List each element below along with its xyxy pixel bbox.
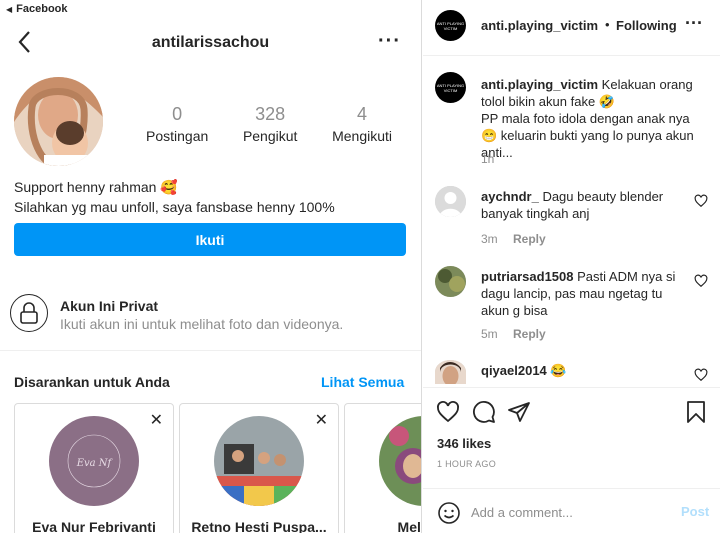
stat-value: 4 (357, 104, 368, 124)
stat-value: 0 (172, 104, 183, 124)
like-heart-icon[interactable] (436, 400, 460, 424)
separator-dot: • (605, 17, 610, 32)
commenter-username[interactable]: qiyael2014 (481, 363, 547, 378)
divider (0, 350, 421, 351)
commenter-avatar[interactable] (435, 186, 466, 217)
share-icon[interactable] (507, 400, 531, 424)
suggestion-avatar[interactable] (379, 416, 421, 506)
more-options-icon[interactable]: ··· (378, 31, 401, 51)
comment-meta: 5m Reply (481, 327, 546, 341)
comment-input[interactable] (471, 501, 671, 523)
suggestions-title: Disarankan untuk Anda (14, 374, 170, 390)
post-caption: ANTI PLAYING VICTIM anti.playing_victim … (423, 56, 720, 181)
caption-timestamp[interactable]: 1h (481, 152, 494, 166)
commenter-avatar[interactable] (435, 266, 466, 297)
post-author-avatar[interactable]: ANTI PLAYING VICTIM (435, 10, 466, 41)
commenter-username[interactable]: putriarsad1508 (481, 269, 574, 284)
comment-time: 3m (481, 232, 498, 246)
caption-username[interactable]: anti.playing_victim (481, 77, 598, 92)
like-comment-icon[interactable] (694, 274, 708, 288)
likes-count[interactable]: 346 likes (437, 436, 491, 451)
post-author-username[interactable]: anti.playing_victim (481, 18, 598, 33)
follow-button[interactable]: Ikuti (14, 223, 406, 256)
stat-following[interactable]: 4 Mengikuti (332, 104, 392, 144)
stat-posts: 0 Postingan (146, 104, 208, 144)
like-comment-icon[interactable] (694, 194, 708, 208)
post-header: ANTI PLAYING VICTIM anti.playing_victim … (423, 0, 720, 56)
private-account-subtitle: Ikuti akun ini untuk melihat foto dan vi… (60, 316, 344, 332)
profile-header: antilarissachou ··· (0, 22, 421, 66)
comment-body: 😂 (550, 363, 567, 378)
stat-label: Mengikuti (332, 128, 392, 144)
close-icon[interactable]: ✕ (315, 410, 328, 430)
suggestion-card[interactable]: Melda S (344, 403, 421, 533)
comment-text: putriarsad1508 Pasti ADM nya si dagu lan… (481, 268, 681, 319)
close-icon[interactable]: ✕ (150, 410, 163, 430)
post-comment-button[interactable]: Post (681, 504, 709, 519)
caption-author-avatar[interactable]: ANTI PLAYING VICTIM (435, 72, 466, 103)
commenter-avatar[interactable] (435, 360, 466, 384)
suggestion-name[interactable]: Retno Hesti Puspa... (180, 519, 338, 533)
profile-bio: Support henny rahman 🥰 Silahkan yg mau u… (14, 177, 335, 217)
reply-button[interactable]: Reply (513, 232, 546, 246)
status-app-name: Facebook (16, 3, 68, 15)
suggestion-avatar[interactable] (214, 416, 304, 506)
profile-avatar[interactable] (14, 77, 103, 166)
reply-button[interactable]: Reply (513, 327, 546, 341)
like-comment-icon[interactable] (694, 368, 708, 382)
comment-meta: 3m Reply (481, 232, 546, 246)
stat-followers[interactable]: 328 Pengikut (243, 104, 297, 144)
comment-time: 5m (481, 327, 498, 341)
back-triangle-icon[interactable]: ◀ (6, 5, 12, 14)
profile-pane: ◀ Facebook antilarissachou ··· 0 Posting… (0, 0, 422, 533)
bookmark-icon[interactable] (684, 400, 708, 424)
post-actions: 346 likes 1 HOUR AGO Post (423, 387, 720, 533)
comment-icon[interactable] (472, 400, 496, 424)
commenter-username[interactable]: aychndr_ (481, 189, 539, 204)
caption-text: anti.playing_victim Kelakuan orang tolol… (481, 76, 709, 161)
see-all-link[interactable]: Lihat Semua (321, 374, 404, 390)
status-bar: ◀ Facebook (0, 0, 421, 18)
profile-stats: 0 Postingan 328 Pengikut 4 Mengikuti (146, 104, 392, 144)
suggestion-name[interactable]: Melda S (345, 519, 421, 533)
following-button[interactable]: Following (616, 18, 677, 33)
profile-username: antilarissachou (151, 34, 270, 51)
bio-line-1: Support henny rahman 🥰 (14, 179, 178, 195)
suggestion-name[interactable]: Eva Nur Febrivanti (15, 519, 173, 533)
caption-line-2: PP mala foto idola dengan anak nya 😁 kel… (481, 111, 694, 160)
emoji-icon[interactable] (437, 501, 461, 525)
post-timestamp: 1 HOUR AGO (437, 459, 497, 469)
stat-value: 328 (255, 104, 286, 124)
avatar-logo-text: Eva Nf (76, 458, 114, 469)
add-comment-row: Post (423, 488, 720, 533)
private-account-title: Akun Ini Privat (60, 298, 159, 314)
suggestion-avatar[interactable]: Eva Nf (49, 416, 139, 506)
comment-text: aychndr_ Dagu beauty blender banyak ting… (481, 188, 681, 222)
bio-line-2: Silahkan yg mau unfoll, saya fansbase he… (14, 199, 335, 215)
stat-label: Postingan (146, 128, 209, 144)
lock-icon (10, 294, 48, 332)
suggestion-card[interactable]: ✕ Eva Nf Eva Nur Febrivanti (14, 403, 174, 533)
suggestion-card[interactable]: ✕ Retno Hesti Puspa... (179, 403, 339, 533)
more-options-icon[interactable]: ··· (685, 14, 703, 32)
stat-label: Pengikut (242, 128, 298, 144)
post-pane: ANTI PLAYING VICTIM anti.playing_victim … (423, 0, 720, 533)
comment-text: qiyael2014 😂 (481, 362, 681, 379)
